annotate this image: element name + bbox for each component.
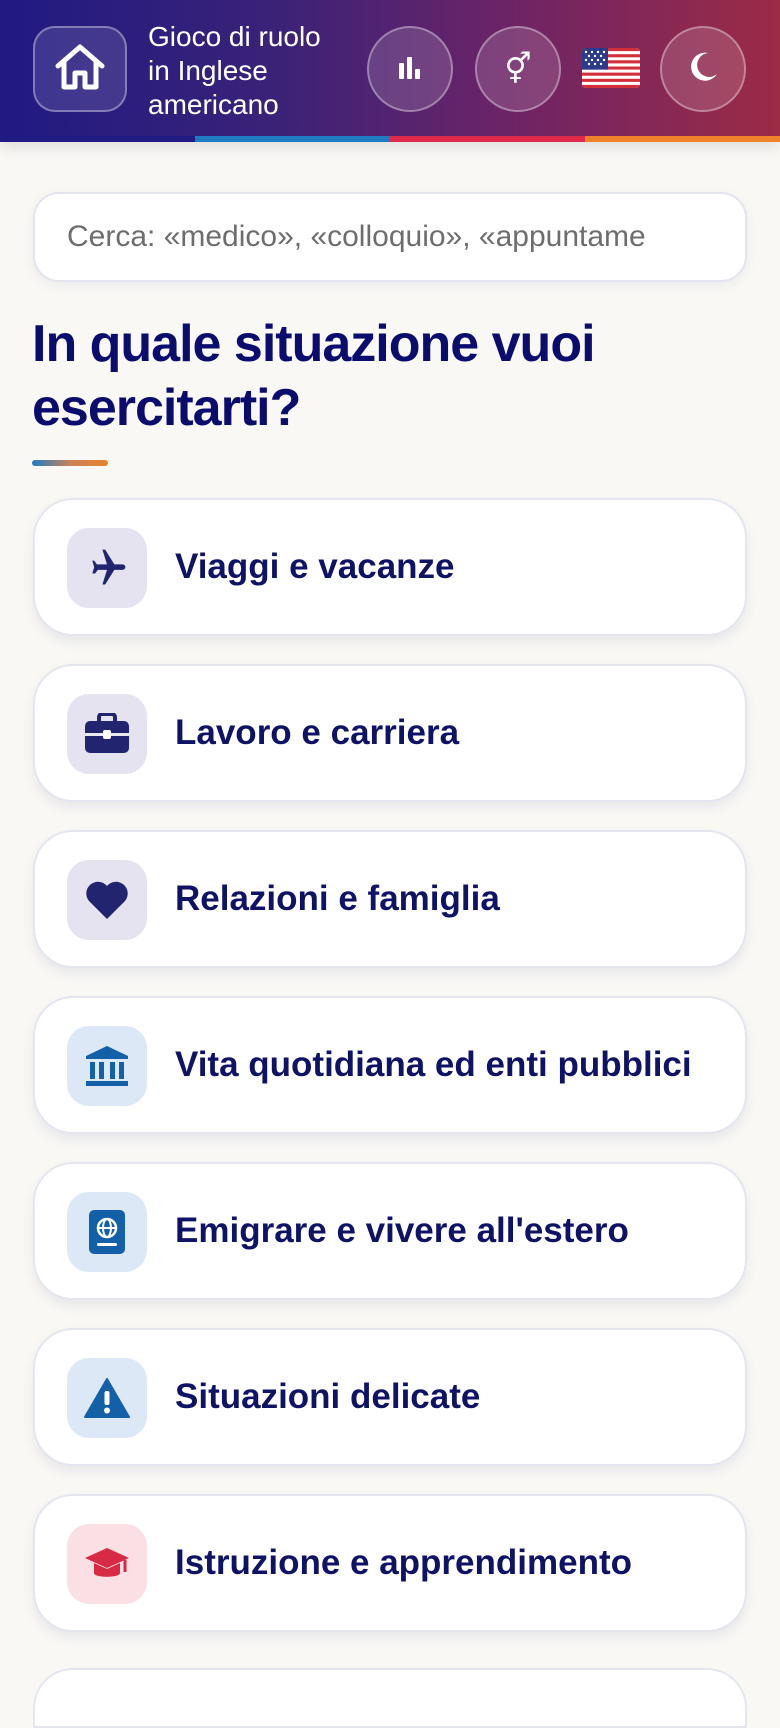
category-card-partial[interactable]: [33, 1668, 747, 1728]
category-label: Viaggi e vacanze: [175, 547, 455, 586]
bar-chart-icon: [397, 55, 423, 84]
us-flag-icon[interactable]: [582, 48, 640, 88]
category-travel[interactable]: Viaggi e vacanze: [33, 498, 747, 636]
heart-icon: [67, 860, 147, 940]
category-sensitive[interactable]: Situazioni delicate: [33, 1328, 747, 1466]
passport-icon: [67, 1192, 147, 1272]
category-list: Viaggi e vacanze Lavoro e carriera Relaz…: [33, 498, 747, 1660]
home-icon: [53, 42, 107, 97]
gender-button[interactable]: ⚥: [475, 26, 561, 112]
briefcase-icon: [67, 694, 147, 774]
category-education[interactable]: Istruzione e apprendimento: [33, 1494, 747, 1632]
app-header: Gioco di ruolo in Inglese americano ⚥: [0, 0, 780, 142]
category-daily-life[interactable]: Vita quotidiana ed enti pubblici: [33, 996, 747, 1134]
header-color-stripe: [0, 136, 780, 142]
category-label: Lavoro e carriera: [175, 713, 460, 752]
moon-icon: [686, 50, 720, 89]
stripe-segment: [195, 136, 390, 142]
stripe-segment: [0, 136, 195, 142]
stripe-segment: [390, 136, 585, 142]
government-building-icon: [67, 1026, 147, 1106]
gender-symbol-icon: ⚥: [504, 52, 532, 86]
category-label: Relazioni e famiglia: [175, 879, 500, 918]
search-input[interactable]: [33, 192, 747, 282]
category-label: Vita quotidiana ed enti pubblici: [175, 1045, 692, 1084]
stripe-segment: [585, 136, 780, 142]
graduation-cap-icon: [67, 1524, 147, 1604]
title-underline: [32, 460, 108, 466]
category-emigrate[interactable]: Emigrare e vivere all'estero: [33, 1162, 747, 1300]
home-button[interactable]: [33, 26, 127, 112]
warning-icon: [67, 1358, 147, 1438]
dark-mode-toggle[interactable]: [660, 26, 746, 112]
app-title: Gioco di ruolo in Inglese americano: [148, 21, 321, 120]
category-label: Istruzione e apprendimento: [175, 1543, 632, 1582]
category-label: Situazioni delicate: [175, 1377, 481, 1416]
category-relationships[interactable]: Relazioni e famiglia: [33, 830, 747, 968]
airplane-icon: [67, 528, 147, 608]
category-label: Emigrare e vivere all'estero: [175, 1211, 629, 1250]
stats-button[interactable]: [367, 26, 453, 112]
category-work[interactable]: Lavoro e carriera: [33, 664, 747, 802]
page-title: In quale situazione vuoi esercitarti?: [32, 315, 596, 437]
